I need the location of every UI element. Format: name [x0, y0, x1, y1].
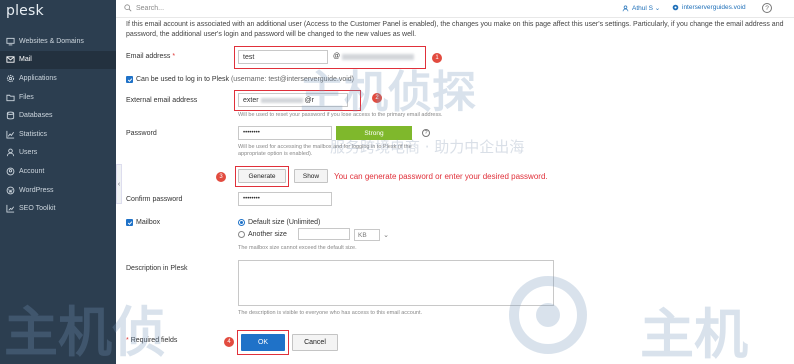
gear-icon	[6, 74, 15, 83]
required-star: *	[172, 53, 176, 60]
sidebar-item-account[interactable]: Account	[0, 162, 116, 181]
confirm-password-input[interactable]: ••••••••	[238, 192, 332, 206]
highlight-box-ok	[237, 330, 289, 355]
highlight-box-external	[234, 90, 361, 111]
checkmark-icon	[127, 77, 132, 82]
step-marker-3: 3	[216, 172, 226, 182]
sidebar-item-label: Files	[19, 93, 34, 101]
password-label: Password	[126, 130, 157, 137]
sidebar-item-label: Databases	[19, 112, 53, 120]
account-icon	[6, 167, 15, 176]
password-help-icon[interactable]: ?	[422, 129, 430, 137]
sidebar-item-websites-domains[interactable]: Websites & Domains	[0, 32, 116, 51]
step-marker-4: 4	[224, 337, 234, 347]
mail-icon	[6, 55, 15, 64]
login-username-note: (username: test@interserverguide.void)	[230, 76, 355, 83]
highlight-box-generate	[235, 166, 289, 187]
description-label: Description in Plesk	[126, 265, 188, 272]
required-fields-note: * Required fields	[126, 337, 178, 344]
sidebar-item-seo-toolkit[interactable]: SEO Toolkit	[0, 199, 116, 218]
domain-switcher[interactable]: interserverguides.void	[672, 4, 746, 11]
step-marker-2: 2	[372, 93, 382, 103]
sidebar-item-applications[interactable]: Applications	[0, 69, 116, 88]
sidebar-item-label: Users	[19, 149, 38, 157]
watermark-text-bottom-right: 主机	[640, 303, 748, 364]
user-icon	[6, 148, 15, 157]
mailbox-size-input[interactable]	[298, 228, 350, 240]
monitor-icon	[6, 37, 15, 46]
cancel-button[interactable]: Cancel	[292, 334, 338, 351]
checkmark-icon	[127, 220, 132, 225]
chevron-down-icon: ⌄	[383, 232, 389, 239]
seo-icon	[6, 204, 15, 213]
sidebar-item-label: Mail	[19, 56, 32, 64]
sidebar-item-label: WordPress	[19, 186, 54, 194]
mailbox-label: Mailbox	[136, 219, 161, 226]
show-password-button[interactable]: Show	[294, 169, 328, 183]
external-email-hint: Will be used to reset your password if y…	[238, 112, 443, 118]
info-notice: If this email account is associated with…	[126, 21, 784, 38]
sidebar: plesk Websites & Domains Mail Applicatio…	[0, 0, 116, 364]
login-checkbox-label: Can be used to log in to Plesk (username…	[136, 76, 355, 83]
sidebar-item-label: Websites & Domains	[19, 37, 84, 45]
external-email-label: External email address	[126, 97, 198, 104]
email-address-label: Email address *	[126, 53, 176, 60]
description-textarea[interactable]	[238, 260, 554, 306]
sidebar-item-wordpress[interactable]: WordPress	[0, 181, 116, 200]
required-star: *	[126, 337, 129, 344]
password-input[interactable]: ••••••••	[238, 126, 332, 140]
another-size-label: Another size	[248, 231, 287, 238]
chart-icon	[6, 130, 15, 139]
user-icon	[622, 4, 629, 11]
login-checkbox[interactable]	[126, 76, 133, 83]
description-hint: The description is visible to everyone w…	[238, 310, 423, 316]
password-hint: Will be used for accessing the mailbox a…	[238, 144, 412, 157]
sidebar-collapse-handle[interactable]: ‹	[116, 164, 122, 204]
wordpress-icon	[6, 186, 15, 195]
plesk-logo[interactable]: plesk	[6, 3, 44, 19]
folder-icon	[6, 93, 15, 102]
user-name: Athul S ⌄	[632, 5, 661, 12]
confirm-password-label: Confirm password	[126, 196, 183, 203]
topbar: Search... Athul S ⌄ interserverguides.vo…	[116, 0, 794, 18]
generate-annotation: You can generate password or enter your …	[334, 172, 548, 181]
sidebar-item-users[interactable]: Users	[0, 144, 116, 163]
help-icon[interactable]: ?	[762, 3, 772, 13]
password-strength-meter: Strong	[336, 126, 412, 140]
sidebar-item-databases[interactable]: Databases	[0, 106, 116, 125]
sidebar-item-statistics[interactable]: Statistics	[0, 125, 116, 144]
globe-icon	[672, 4, 679, 11]
size-unit-select[interactable]: KB ⌄	[354, 229, 389, 241]
sidebar-item-files[interactable]: Files	[0, 88, 116, 107]
sidebar-item-label: Account	[19, 167, 45, 175]
default-size-radio[interactable]	[238, 219, 245, 226]
domain-name: interserverguides.void	[682, 4, 746, 11]
size-unit-value: KB	[358, 231, 367, 239]
step-marker-1: 1	[432, 53, 442, 63]
mailbox-hint: The mailbox size cannot exceed the defau…	[238, 245, 357, 251]
sidebar-item-label: Applications	[19, 74, 57, 82]
default-size-label: Default size (Unlimited)	[248, 219, 321, 226]
sidebar-nav: Websites & Domains Mail Applications Fil…	[0, 32, 116, 218]
sidebar-item-label: SEO Toolkit	[19, 205, 56, 213]
search-box[interactable]: Search...	[124, 4, 164, 12]
mailbox-checkbox[interactable]	[126, 219, 133, 226]
highlight-box-email	[234, 46, 426, 69]
search-icon	[124, 4, 132, 12]
database-icon	[6, 111, 15, 120]
search-placeholder: Search...	[136, 4, 165, 12]
user-menu[interactable]: Athul S ⌄	[622, 4, 660, 12]
sidebar-item-label: Statistics	[19, 130, 48, 138]
sidebar-item-mail[interactable]: Mail	[0, 50, 116, 70]
another-size-radio[interactable]	[238, 231, 245, 238]
